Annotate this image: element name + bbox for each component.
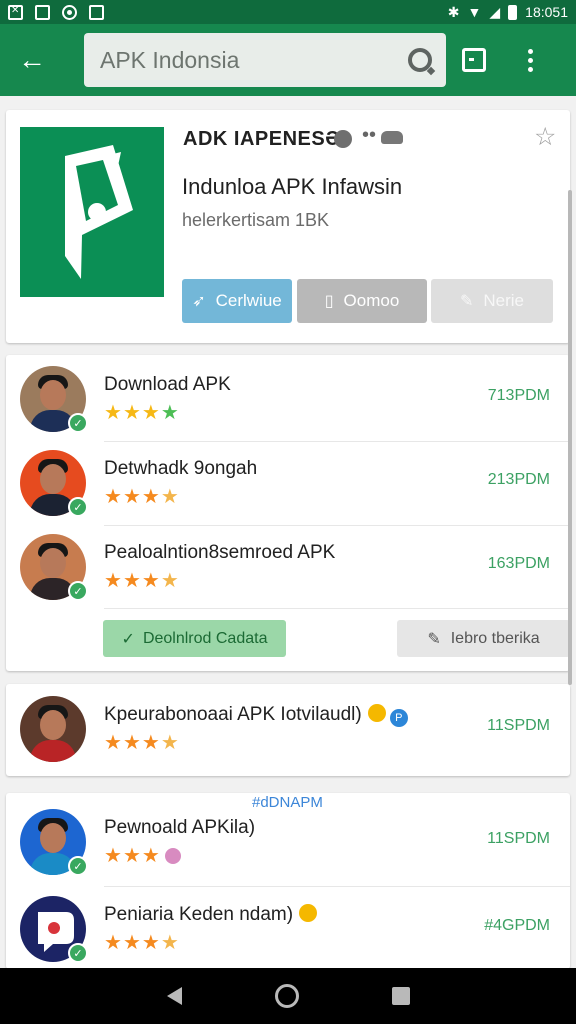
edit-button-label: Iebro tberika bbox=[450, 629, 540, 647]
bluetooth-icon: ✱ bbox=[447, 3, 460, 20]
nav-recents-icon[interactable] bbox=[391, 987, 410, 1005]
sparkle-icon bbox=[299, 904, 318, 922]
rating-stars: ★★★ bbox=[104, 843, 181, 868]
back-button[interactable]: ← bbox=[0, 24, 64, 96]
item-title: Pewnoald APKila) bbox=[104, 817, 256, 838]
notification-icons bbox=[8, 4, 104, 20]
pencil-icon: ✎ bbox=[459, 293, 474, 310]
download-icon: ✓ bbox=[121, 630, 135, 648]
pointer-icon: ➶ bbox=[192, 293, 206, 310]
item-time: 713PDM bbox=[487, 387, 550, 404]
item-title: Kpeurabonoaai APK Iotvilaudl) P bbox=[104, 704, 408, 727]
status-bar: ✱ ▼ ◢ 18:051 bbox=[0, 0, 576, 24]
app-header-card: ADK IAPENESƏ •• ☆ Indunloa APK Infawsin … bbox=[6, 110, 570, 343]
more-apps-card: #dDNAPM ✓ Pewnoald APKila) ★★★ 11SPDM ✓ … bbox=[6, 793, 570, 969]
item-title: Detwhadk 9ongah bbox=[104, 458, 258, 479]
app-icon bbox=[20, 127, 164, 297]
primary-action-label: Cerlwiue bbox=[215, 291, 282, 310]
item-time: 213PDM bbox=[487, 471, 550, 488]
status-time: 18:051 bbox=[525, 4, 568, 20]
app-name: ADK IAPENESƏ bbox=[183, 128, 341, 150]
window-button[interactable] bbox=[446, 24, 502, 96]
tertiary-action-button[interactable]: ✎ Nerie bbox=[431, 279, 553, 323]
divider bbox=[104, 608, 570, 609]
more-options-button[interactable] bbox=[502, 24, 558, 96]
avatar bbox=[20, 696, 86, 762]
dots-icon: •• bbox=[362, 124, 377, 146]
gallery-icon bbox=[89, 4, 104, 20]
item-time: 11SPDM bbox=[487, 830, 550, 847]
item-title: Download APK bbox=[104, 374, 231, 395]
app-logo bbox=[65, 145, 133, 279]
list-item[interactable]: ✓ Pealoalntion8semroed APK ★★★★ 163PDM bbox=[6, 523, 570, 607]
app-subtitle: Indunloa APK Infawsin bbox=[182, 174, 403, 199]
system-nav-bar bbox=[0, 968, 576, 1024]
app-meta: helerkertisam 1BK bbox=[182, 210, 330, 230]
rating-stars: ★★★★ bbox=[104, 732, 180, 754]
item-time: 163PDM bbox=[487, 555, 550, 572]
record-icon bbox=[62, 4, 77, 20]
system-icons: ✱ ▼ ◢ 18:051 bbox=[448, 4, 568, 21]
secondary-action-label: Oomoo bbox=[343, 291, 400, 310]
nav-back-icon[interactable] bbox=[166, 987, 182, 1005]
photo-icon bbox=[8, 4, 23, 20]
item-time: 11SPDM bbox=[487, 717, 550, 734]
item-title: Peniaria Keden ndam) bbox=[104, 904, 318, 926]
verified-check-icon: ✓ bbox=[68, 581, 88, 601]
list-item[interactable]: ✓ Peniaria Keden ndam) ★★★★ #4GPDM bbox=[6, 885, 570, 969]
download-button-label: Deolnlrod Cadata bbox=[142, 629, 268, 647]
edit-icon: ✎ bbox=[427, 630, 441, 648]
verified-check-icon: ✓ bbox=[68, 413, 88, 433]
window-icon bbox=[462, 48, 486, 72]
pin-badge-icon: P bbox=[389, 709, 408, 727]
signal-icon: ◢ bbox=[489, 3, 501, 20]
list-item[interactable]: ✓ Download APK ★★★★ 713PDM bbox=[6, 355, 570, 439]
scrollbar[interactable] bbox=[568, 190, 572, 685]
search-input[interactable]: APK Indonsia bbox=[100, 47, 408, 74]
app-bar: ← APK Indonsia bbox=[0, 24, 576, 96]
search-field[interactable]: APK Indonsia bbox=[84, 33, 446, 87]
item-title: Pealoalntion8semroed APK bbox=[104, 542, 336, 563]
edit-button[interactable]: ✎ Iebro tberika bbox=[397, 620, 570, 657]
verified-check-icon: ✓ bbox=[68, 856, 88, 876]
app-list-card: ✓ Download APK ★★★★ 713PDM ✓ Detwhadk 9o… bbox=[6, 355, 570, 671]
item-time: #4GPDM bbox=[484, 917, 550, 934]
cloud-upload-icon bbox=[381, 131, 403, 144]
list-item[interactable]: Kpeurabonoaai APK Iotvilaudl) P ★★★★ 11SP… bbox=[6, 685, 570, 769]
wifi-icon: ▼ bbox=[467, 4, 482, 20]
globe-icon bbox=[334, 130, 352, 148]
battery-icon bbox=[508, 4, 518, 20]
search-icon[interactable] bbox=[408, 48, 432, 72]
tertiary-action-label: Nerie bbox=[483, 291, 525, 310]
verified-check-icon: ✓ bbox=[68, 943, 88, 963]
list-item[interactable]: ✓ Detwhadk 9ongah ★★★★ 213PDM bbox=[6, 439, 570, 523]
rating-stars: ★★★★ bbox=[104, 486, 180, 508]
favorite-star-icon[interactable]: ☆ bbox=[534, 122, 556, 152]
more-icon bbox=[527, 48, 533, 72]
featured-item-card: Kpeurabonoaai APK Iotvilaudl) P ★★★★ 11SP… bbox=[6, 684, 570, 776]
secondary-action-button[interactable]: ▯ Oomoo bbox=[297, 279, 427, 323]
document-icon: ▯ bbox=[324, 293, 334, 310]
nav-home-icon[interactable] bbox=[274, 984, 299, 1008]
rating-stars: ★★★★ bbox=[104, 402, 180, 424]
primary-action-button[interactable]: ➶ Cerlwiue bbox=[182, 279, 292, 323]
rating-stars: ★★★★ bbox=[104, 932, 180, 954]
download-button[interactable]: ✓ Deolnlrod Cadata bbox=[103, 620, 286, 657]
verified-check-icon: ✓ bbox=[68, 497, 88, 517]
list-item[interactable]: ✓ Pewnoald APKila) ★★★ 11SPDM bbox=[6, 798, 570, 882]
rating-stars: ★★★★ bbox=[104, 570, 180, 592]
thumbs-up-icon bbox=[367, 704, 386, 722]
image-icon bbox=[35, 4, 50, 20]
pink-badge-icon bbox=[164, 848, 181, 864]
